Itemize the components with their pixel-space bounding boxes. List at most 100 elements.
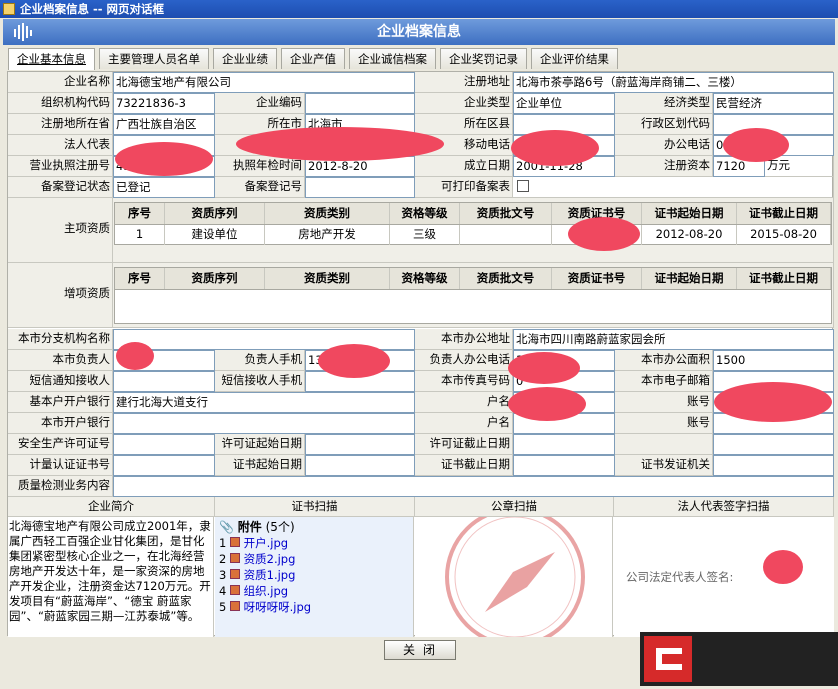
- company-seal-image: [445, 517, 585, 637]
- col-header: 资质类别: [265, 203, 390, 224]
- label: 安全生产许可证号: [8, 434, 113, 455]
- logo-icon: [14, 23, 32, 41]
- company-type-field[interactable]: 企业单位: [513, 93, 615, 114]
- province-field[interactable]: 广西壮族自治区: [113, 114, 215, 135]
- redaction-mark: [115, 142, 213, 176]
- main-qual-table: 序号 资质序列 资质类别 资格等级 资质批文号 资质证书号 证书起始日期 证书截…: [114, 202, 832, 245]
- col-header: 证书起始日期: [642, 268, 737, 289]
- tab-bar: 企业基本信息 主要管理人员名单 企业业绩 企业产值 企业诚信档案 企业奖罚记录 …: [8, 48, 622, 70]
- file-link[interactable]: 资质1.jpg: [244, 568, 296, 582]
- cell: 2015-08-20: [737, 225, 831, 245]
- image-file-icon: [229, 537, 240, 547]
- form-area: 企业名称 北海德宝地产有限公司 注册地址 北海市茶亭路6号（蔚蓝海岸商铺二、三楼…: [7, 71, 834, 637]
- company-intro: 北海德宝地产有限公司成立2001年，隶属广西轻工百强企业甘化集团，是甘化集团紧密…: [8, 517, 214, 637]
- cert-issuer-field[interactable]: [713, 455, 834, 476]
- label: 短信通知接收人: [8, 371, 113, 392]
- reg-address-field[interactable]: 北海市茶亭路6号（蔚蓝海岸商铺二、三楼）: [513, 72, 834, 93]
- page-header: 企业档案信息: [3, 19, 835, 45]
- label: 本市开户银行: [8, 413, 113, 434]
- company-name-field[interactable]: 北海德宝地产有限公司: [113, 72, 415, 93]
- print-cell: [513, 177, 834, 198]
- label: 执照年检时间: [215, 156, 305, 177]
- org-code-field[interactable]: 73221836-3: [113, 93, 215, 114]
- file-index: 1: [219, 536, 227, 550]
- tab-evaluation[interactable]: 企业评价结果: [531, 48, 618, 69]
- file-link[interactable]: 开户.jpg: [244, 536, 288, 550]
- cert-start-field[interactable]: [305, 455, 415, 476]
- redaction-mark: [236, 127, 444, 161]
- file-item: 5 呀呀呀呀.jpg: [219, 599, 409, 615]
- label: 本市负责人: [8, 350, 113, 371]
- file-link[interactable]: 资质2.jpg: [244, 552, 296, 566]
- redaction-mark: [116, 342, 154, 370]
- label: 备案登记号: [215, 177, 305, 198]
- tab-basic-info[interactable]: 企业基本信息: [8, 48, 95, 70]
- local-bank-field[interactable]: [113, 413, 415, 434]
- safety-permit-field[interactable]: [113, 434, 215, 455]
- col-header: 证书截止日期: [737, 268, 831, 289]
- redaction-mark: [511, 130, 599, 166]
- redaction-mark: [508, 352, 580, 384]
- label: 行政区划代码: [615, 114, 713, 135]
- file-link[interactable]: 组织.jpg: [244, 584, 288, 598]
- window-icon: [3, 3, 15, 15]
- label: 注册地所在省: [8, 114, 113, 135]
- image-file-icon: [229, 553, 240, 563]
- label: 办公电话: [615, 135, 713, 156]
- econ-type-field[interactable]: 民营经济: [713, 93, 834, 114]
- close-button[interactable]: 关闭: [384, 640, 456, 660]
- redaction-mark: [568, 217, 640, 251]
- image-file-icon: [229, 569, 240, 579]
- metrology-cert-field[interactable]: [113, 455, 215, 476]
- label: 法人代表: [8, 135, 113, 156]
- cert-end-field[interactable]: [513, 455, 615, 476]
- attach-count: (5个): [265, 520, 295, 534]
- seal-scan-image: [415, 517, 613, 637]
- blank-field[interactable]: [713, 434, 834, 455]
- label: 户名: [415, 413, 513, 434]
- label: 本市传真号码: [415, 371, 513, 392]
- reg-status-field[interactable]: 已登记: [113, 177, 215, 198]
- office-area-field[interactable]: 1500: [713, 350, 834, 371]
- col-header: 序号: [115, 203, 165, 224]
- section-header: 法人代表签字扫描: [614, 497, 834, 517]
- office-address-field[interactable]: 北海市四川南路蔚蓝家园会所: [513, 329, 834, 350]
- file-link[interactable]: 呀呀呀呀.jpg: [244, 600, 311, 614]
- add-qual-table: 序号 资质序列 资质类别 资格等级 资质批文号 资质证书号 证书起始日期 证书截…: [114, 267, 832, 324]
- sms-receiver-field[interactable]: [113, 371, 215, 392]
- qc-content-field[interactable]: [113, 476, 834, 497]
- tab-credit[interactable]: 企业诚信档案: [349, 48, 436, 69]
- permit-end-field[interactable]: [513, 434, 615, 455]
- label: 许可证截止日期: [415, 434, 513, 455]
- label: 质量检测业务内容: [8, 476, 113, 497]
- attach-label: 附件: [237, 520, 262, 534]
- file-index: 2: [219, 552, 227, 566]
- label: 主项资质: [8, 198, 113, 263]
- tab-output[interactable]: 企业产值: [281, 48, 345, 69]
- label: 证书发证机关: [615, 455, 713, 476]
- tab-performance[interactable]: 企业业绩: [213, 48, 277, 69]
- image-file-icon: [229, 601, 240, 611]
- tab-managers[interactable]: 主要管理人员名单: [99, 48, 209, 69]
- reg-number-field[interactable]: [305, 177, 415, 198]
- capital-unit: 万元: [765, 156, 834, 177]
- col-header: 资格等级: [390, 268, 460, 289]
- redaction-mark: [723, 128, 789, 162]
- label: 负责人手机: [215, 350, 305, 371]
- label: 注册资本: [615, 156, 713, 177]
- file-item: 3 资质1.jpg: [219, 567, 409, 583]
- permit-start-field[interactable]: [305, 434, 415, 455]
- bank-field[interactable]: 建行北海大道支行: [113, 392, 415, 413]
- label: 许可证起始日期: [215, 434, 305, 455]
- redaction-mark: [763, 550, 803, 584]
- label: 计量认证证书号: [8, 455, 113, 476]
- file-item: 2 资质2.jpg: [219, 551, 409, 567]
- label: 本市办公面积: [615, 350, 713, 371]
- tab-rewards[interactable]: 企业奖罚记录: [440, 48, 527, 69]
- label: 所在区县: [415, 114, 513, 135]
- label: 注册地址: [415, 72, 513, 93]
- print-checkbox[interactable]: [517, 180, 529, 192]
- col-header: 资质批文号: [460, 203, 552, 224]
- window-title: 企业档案信息 -- 网页对话框: [20, 2, 165, 16]
- company-code-field[interactable]: [305, 93, 415, 114]
